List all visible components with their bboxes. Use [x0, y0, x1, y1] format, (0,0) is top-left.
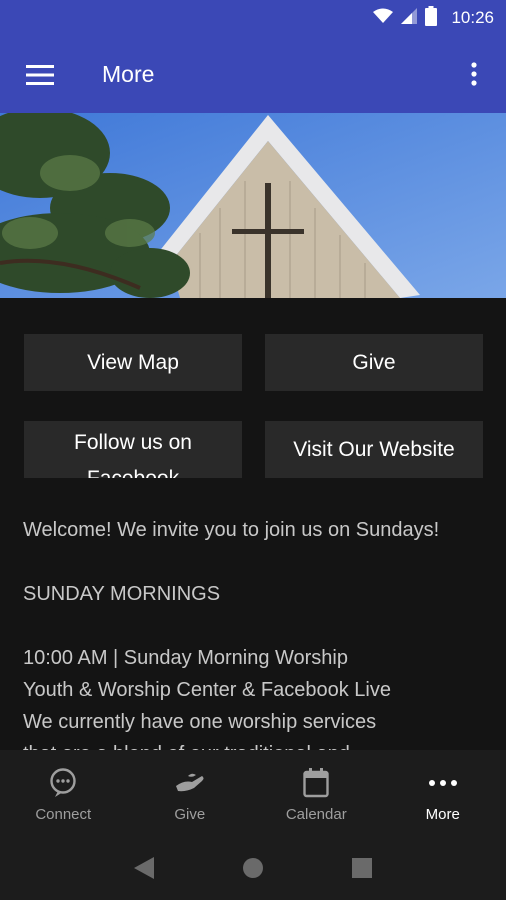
giving-hand-icon [173, 766, 207, 800]
facebook-label-line2: Facebook [24, 457, 242, 478]
more-vert-icon[interactable] [456, 56, 492, 92]
page-title: More [102, 61, 155, 87]
bottom-navigation: Connect Give Calendar More [0, 750, 506, 835]
give-button[interactable]: Give [265, 334, 483, 391]
section-heading: SUNDAY MORNINGS [23, 583, 221, 605]
location-line: Youth & Worship Center & Facebook Live [23, 679, 391, 701]
view-map-label: View Map [87, 351, 179, 374]
back-icon[interactable] [124, 848, 164, 888]
hamburger-menu-icon[interactable] [0, 36, 80, 113]
recents-icon[interactable] [342, 848, 382, 888]
description-text: Welcome! We invite you to join us on Sun… [23, 514, 493, 750]
more-horiz-icon [426, 766, 460, 800]
visit-website-label: Visit Our Website [293, 438, 455, 461]
app-bar: More [0, 36, 506, 113]
nav-label-connect: Connect [35, 806, 92, 823]
facebook-button[interactable]: Follow us on Facebook [24, 421, 242, 478]
visit-website-button[interactable]: Visit Our Website [265, 421, 483, 478]
nav-label-calendar: Calendar [285, 806, 347, 823]
nav-item-calendar[interactable]: Calendar [253, 750, 380, 835]
system-navigation-bar [0, 835, 506, 900]
battery-icon [425, 5, 438, 31]
calendar-icon [299, 766, 333, 800]
description-line: We currently have one worship services [23, 711, 377, 733]
chat-bubble-icon [46, 766, 80, 800]
nav-item-more[interactable]: More [380, 750, 506, 835]
hero-image [0, 113, 506, 298]
status-bar: 10:26 [0, 0, 506, 36]
clock: 10:26 [451, 8, 494, 27]
view-map-button[interactable]: View Map [24, 334, 242, 391]
nav-label-give: Give [174, 806, 206, 823]
give-label: Give [352, 351, 396, 374]
content-area: View Map Give Follow us on Facebook Visi… [0, 298, 506, 750]
signal-icon [401, 7, 418, 29]
schedule-line: 10:00 AM | Sunday Morning Worship [23, 647, 348, 669]
home-icon[interactable] [233, 848, 273, 888]
description-line-cut: that are a blend of our traditional and [23, 738, 493, 750]
nav-item-connect[interactable]: Connect [0, 750, 127, 835]
facebook-label-line1: Follow us on [74, 431, 192, 454]
wifi-icon [373, 8, 394, 29]
nav-label-more: More [425, 806, 460, 823]
welcome-text: Welcome! We invite you to join us on Sun… [23, 519, 440, 541]
nav-item-give[interactable]: Give [127, 750, 254, 835]
